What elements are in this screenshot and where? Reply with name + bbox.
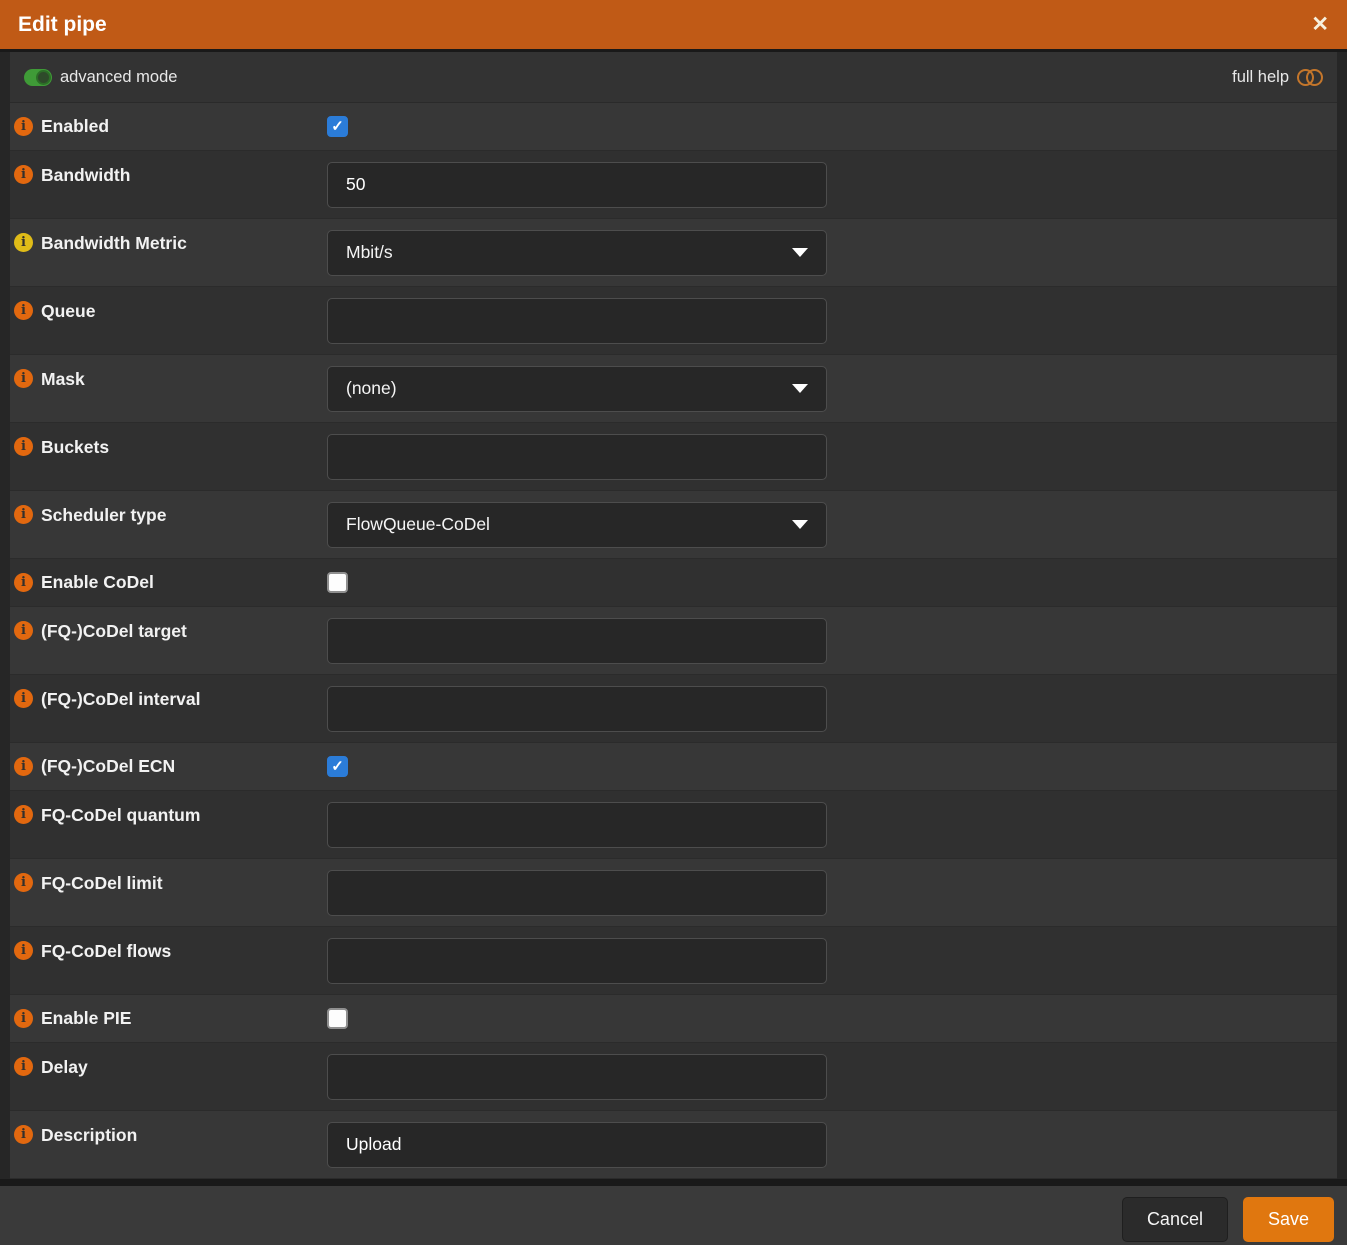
field-label: Bandwidth Metric [41, 233, 187, 253]
form-row-mask: i Mask (none) [10, 355, 1337, 423]
fq-codel-target-input[interactable] [327, 617, 827, 664]
full-help-label: full help [1232, 67, 1289, 86]
info-icon[interactable]: i [14, 805, 33, 824]
field-label: (FQ-)CoDel interval [41, 689, 201, 709]
description-input[interactable] [327, 1121, 827, 1168]
toggle-on-icon[interactable] [24, 68, 52, 86]
info-icon[interactable]: i [14, 165, 33, 184]
info-icon[interactable]: i [14, 689, 33, 708]
enabled-checkbox[interactable]: ✓ [327, 116, 348, 137]
field-label: FQ-CoDel flows [41, 941, 172, 961]
selected-value: Mbit/s [346, 242, 393, 262]
field-label: Enable CoDel [41, 572, 154, 592]
chevron-down-icon [792, 248, 808, 257]
fq-codel-flows-input[interactable] [327, 937, 827, 984]
toggle-off-icon[interactable] [1297, 68, 1323, 86]
chevron-down-icon [792, 384, 808, 393]
help-bar: advanced mode full help [10, 52, 1337, 103]
info-icon[interactable]: i [14, 621, 33, 640]
scheduler-type-select[interactable]: FlowQueue-CoDel [327, 501, 827, 548]
info-icon[interactable]: i [14, 757, 33, 776]
modal-footer: Cancel Save [0, 1186, 1347, 1245]
bandwidth-metric-select[interactable]: Mbit/s [327, 229, 827, 276]
form-row-queue: i Queue [10, 287, 1337, 355]
info-icon[interactable]: i [14, 233, 33, 252]
fq-codel-quantum-input[interactable] [327, 801, 827, 848]
fq-codel-interval-input[interactable] [327, 685, 827, 732]
form-row-buckets: i Buckets [10, 423, 1337, 491]
field-label: Queue [41, 301, 96, 321]
field-label: (FQ-)CoDel target [41, 621, 187, 641]
field-label: Delay [41, 1057, 88, 1077]
info-icon[interactable]: i [14, 301, 33, 320]
advanced-mode-toggle[interactable]: advanced mode [24, 68, 177, 87]
enable-pie-checkbox[interactable] [327, 1008, 348, 1029]
field-label: Enable PIE [41, 1008, 132, 1028]
form-row-fq-codel-interval: i (FQ-)CoDel interval [10, 675, 1337, 743]
form-row-enable-pie: i Enable PIE [10, 995, 1337, 1043]
info-icon[interactable]: i [14, 1009, 33, 1028]
field-label: Enabled [41, 116, 110, 136]
field-label: Bandwidth [41, 165, 131, 185]
mask-select[interactable]: (none) [327, 365, 827, 412]
form-row-fq-codel-ecn: i (FQ-)CoDel ECN ✓ [10, 743, 1337, 791]
selected-value: (none) [346, 378, 397, 398]
form-row-fq-codel-target: i (FQ-)CoDel target [10, 607, 1337, 675]
advanced-mode-label: advanced mode [60, 67, 178, 86]
field-label: (FQ-)CoDel ECN [41, 756, 176, 776]
modal-header: Edit pipe ✕ [0, 0, 1347, 52]
cancel-button[interactable]: Cancel [1121, 1196, 1228, 1242]
form-row-description: i Description [10, 1111, 1337, 1179]
form-row-delay: i Delay [10, 1043, 1337, 1111]
bandwidth-input[interactable] [327, 161, 827, 208]
form-row-bandwidth-metric: i Bandwidth Metric Mbit/s [10, 219, 1337, 287]
info-icon[interactable]: i [14, 1057, 33, 1076]
field-label: Buckets [41, 437, 110, 457]
field-label: FQ-CoDel limit [41, 873, 163, 893]
queue-input[interactable] [327, 297, 827, 344]
selected-value: FlowQueue-CoDel [346, 514, 490, 534]
form-row-fq-codel-quantum: i FQ-CoDel quantum [10, 791, 1337, 859]
buckets-input[interactable] [327, 433, 827, 480]
field-label: Description [41, 1125, 138, 1145]
chevron-down-icon [792, 520, 808, 529]
modal-body: advanced mode full help i Enabled ✓ i Ba… [0, 52, 1347, 1179]
info-icon[interactable]: i [14, 117, 33, 136]
footer-divider [0, 1179, 1347, 1186]
form-table: i Enabled ✓ i Bandwidth i Bandwidth Metr… [10, 103, 1337, 1179]
save-button[interactable]: Save [1242, 1196, 1334, 1242]
info-icon[interactable]: i [14, 369, 33, 388]
info-icon[interactable]: i [14, 573, 33, 592]
form-row-fq-codel-flows: i FQ-CoDel flows [10, 927, 1337, 995]
field-label: Mask [41, 369, 85, 389]
info-icon[interactable]: i [14, 505, 33, 524]
form-row-scheduler-type: i Scheduler type FlowQueue-CoDel [10, 491, 1337, 559]
enable-codel-checkbox[interactable] [327, 572, 348, 593]
field-label: FQ-CoDel quantum [41, 805, 201, 825]
form-row-bandwidth: i Bandwidth [10, 151, 1337, 219]
field-label: Scheduler type [41, 505, 167, 525]
form-row-enable-codel: i Enable CoDel [10, 559, 1337, 607]
full-help-toggle[interactable]: full help [1232, 68, 1323, 87]
fq-codel-ecn-checkbox[interactable]: ✓ [327, 756, 348, 777]
close-icon[interactable]: ✕ [1311, 14, 1329, 35]
info-icon[interactable]: i [14, 1125, 33, 1144]
info-icon[interactable]: i [14, 437, 33, 456]
fq-codel-limit-input[interactable] [327, 869, 827, 916]
delay-input[interactable] [327, 1053, 827, 1100]
info-icon[interactable]: i [14, 941, 33, 960]
info-icon[interactable]: i [14, 873, 33, 892]
form-row-enabled: i Enabled ✓ [10, 103, 1337, 151]
form-row-fq-codel-limit: i FQ-CoDel limit [10, 859, 1337, 927]
page-title: Edit pipe [18, 12, 107, 36]
